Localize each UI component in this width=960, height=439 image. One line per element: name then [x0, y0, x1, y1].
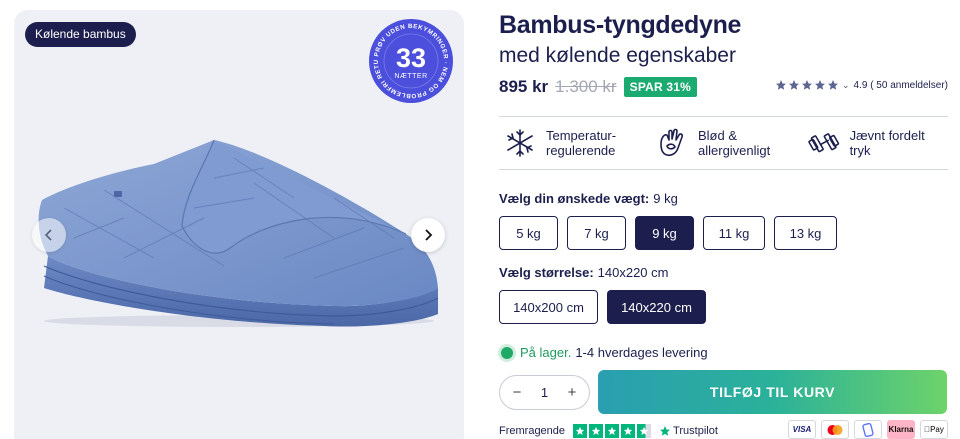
trustpilot-widget[interactable]: Fremragende Trustpilot: [499, 424, 718, 438]
weight-option-7kg[interactable]: 7 kg: [567, 216, 626, 250]
weight-option-13kg[interactable]: 13 kg: [774, 216, 837, 250]
weight-label: Vælg din ønskede vægt: 9 kg: [499, 191, 678, 206]
rating-stars: [775, 79, 839, 91]
size-option-140x200[interactable]: 140x200 cm: [499, 290, 598, 324]
chevron-right-icon: [425, 229, 433, 241]
feature-label: Temperatur- regulerende: [546, 128, 617, 158]
delivery-time: 1-4 hverdages levering: [575, 345, 708, 360]
increase-quantity-button[interactable]: +: [565, 384, 579, 401]
star-icon: [573, 424, 588, 438]
size-options: 140x200 cm 140x220 cm: [499, 290, 715, 324]
current-price: 895 kr: [499, 77, 549, 96]
star-icon: [775, 80, 786, 90]
product-image: [38, 139, 439, 327]
hand-leaf-icon: [660, 128, 683, 157]
snowflake-sun-icon: [507, 129, 533, 157]
previous-image-button[interactable]: [32, 218, 66, 252]
klarna-icon: Klarna: [887, 420, 915, 439]
next-image-button[interactable]: [411, 218, 445, 252]
star-icon: [637, 424, 652, 438]
product-gallery: Kølende bambus PRØV UDEN BEKYMRINGER · N…: [14, 10, 464, 439]
mobilepay-icon: [854, 420, 882, 439]
visa-icon: VISA: [788, 420, 816, 439]
star-icon: [589, 424, 604, 438]
stock-status: På lager. 1-4 hverdages levering: [499, 345, 708, 360]
divider: [499, 116, 948, 117]
quantity-value[interactable]: 1: [541, 385, 548, 400]
trustpilot-star-icon: [660, 426, 671, 436]
rating-count: ( 50 anmeldelser): [870, 79, 948, 91]
feature-soft: Blød & allergivenligt: [655, 125, 770, 161]
price-row: 895 kr 1.300 kr SPAR 31%: [499, 77, 698, 97]
product-info: Bambus-tyngdedyne med kølende egenskaber…: [499, 0, 948, 439]
rating-value: 4.9: [853, 79, 868, 91]
trustpilot-rating-word: Fremragende: [499, 425, 566, 437]
star-icon: [605, 424, 620, 438]
star-icon: [801, 80, 812, 90]
chevron-down-icon: ⌄: [841, 79, 850, 90]
stock-label: På lager.: [520, 345, 572, 360]
size-label: Vælg størrelse: 140x220 cm: [499, 265, 668, 280]
feature-label: Jævnt fordelt tryk: [849, 128, 925, 158]
feature-list: Temperatur- regulerende Blød & allergive…: [499, 125, 948, 161]
weight-option-5kg[interactable]: 5 kg: [499, 216, 558, 250]
trustpilot-brand: Trustpilot: [673, 425, 718, 437]
divider: [499, 169, 948, 170]
star-icon: [788, 80, 799, 90]
in-stock-dot-icon: [501, 346, 513, 359]
old-price: 1.300 kr: [555, 77, 617, 96]
badge-number: 33: [396, 43, 426, 73]
weight-options: 5 kg 7 kg 9 kg 11 kg 13 kg: [499, 216, 846, 250]
dumbbell-icon: [808, 133, 840, 153]
product-tag: Kølende bambus: [25, 22, 136, 47]
size-selected-value: 140x220 cm: [597, 265, 669, 280]
weight-label-text: Vælg din ønskede vægt:: [499, 191, 650, 206]
feature-label: Blød & allergivenligt: [698, 128, 771, 158]
star-icon: [814, 80, 825, 90]
quantity-stepper: − 1 +: [499, 375, 590, 410]
star-icon: [621, 424, 636, 438]
feature-pressure: Jævnt fordelt tryk: [807, 125, 948, 161]
apple-pay-icon: Pay: [920, 420, 948, 439]
weight-selected-value: 9 kg: [653, 191, 678, 206]
size-label-text: Vælg størrelse:: [499, 265, 594, 280]
decrease-quantity-button[interactable]: −: [510, 384, 524, 401]
trial-nights-badge: PRØV UDEN BEKYMRINGER · NEM OG PROBLEMFR…: [368, 18, 453, 103]
mastercard-icon: [821, 420, 849, 439]
add-to-cart-button[interactable]: TILFØJ TIL KURV: [598, 370, 947, 414]
product-title: Bambus-tyngdedyne: [499, 11, 742, 39]
payment-methods: VISA Klarna Pay: [788, 420, 948, 439]
badge-unit: NÆTTER: [394, 73, 427, 80]
weight-option-9kg[interactable]: 9 kg: [635, 216, 694, 250]
chevron-left-icon: [44, 229, 52, 241]
trustpilot-logo: Trustpilot: [659, 425, 718, 437]
product-subtitle: med kølende egenskaber: [499, 44, 736, 67]
discount-badge: SPAR 31%: [623, 77, 698, 97]
size-option-140x220[interactable]: 140x220 cm: [607, 290, 706, 324]
rating-summary[interactable]: ⌄ 4.9 ( 50 anmeldelser): [775, 79, 948, 91]
apple-pay-label: Pay: [927, 425, 944, 434]
trustpilot-stars: [573, 424, 652, 438]
weight-option-11kg[interactable]: 11 kg: [703, 216, 765, 250]
star-icon: [827, 80, 838, 90]
feature-temperature: Temperatur- regulerende: [503, 125, 616, 161]
